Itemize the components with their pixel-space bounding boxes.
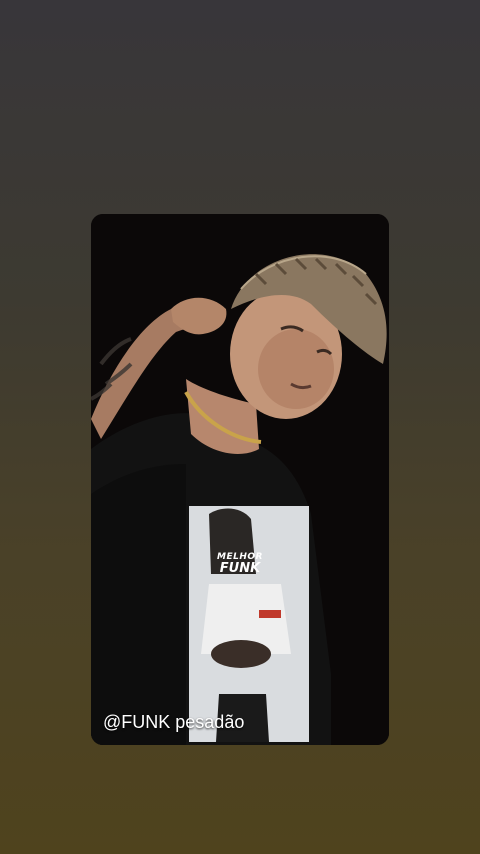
story-caption: @FUNK pesadão [103, 712, 245, 732]
story-card[interactable]: MELHOR FUNK @FUNK pesadão [91, 214, 389, 745]
shirt-logo-line2: FUNK [219, 561, 261, 576]
shirt-logo: MELHOR FUNK [215, 552, 265, 576]
artist-photo [91, 214, 389, 745]
